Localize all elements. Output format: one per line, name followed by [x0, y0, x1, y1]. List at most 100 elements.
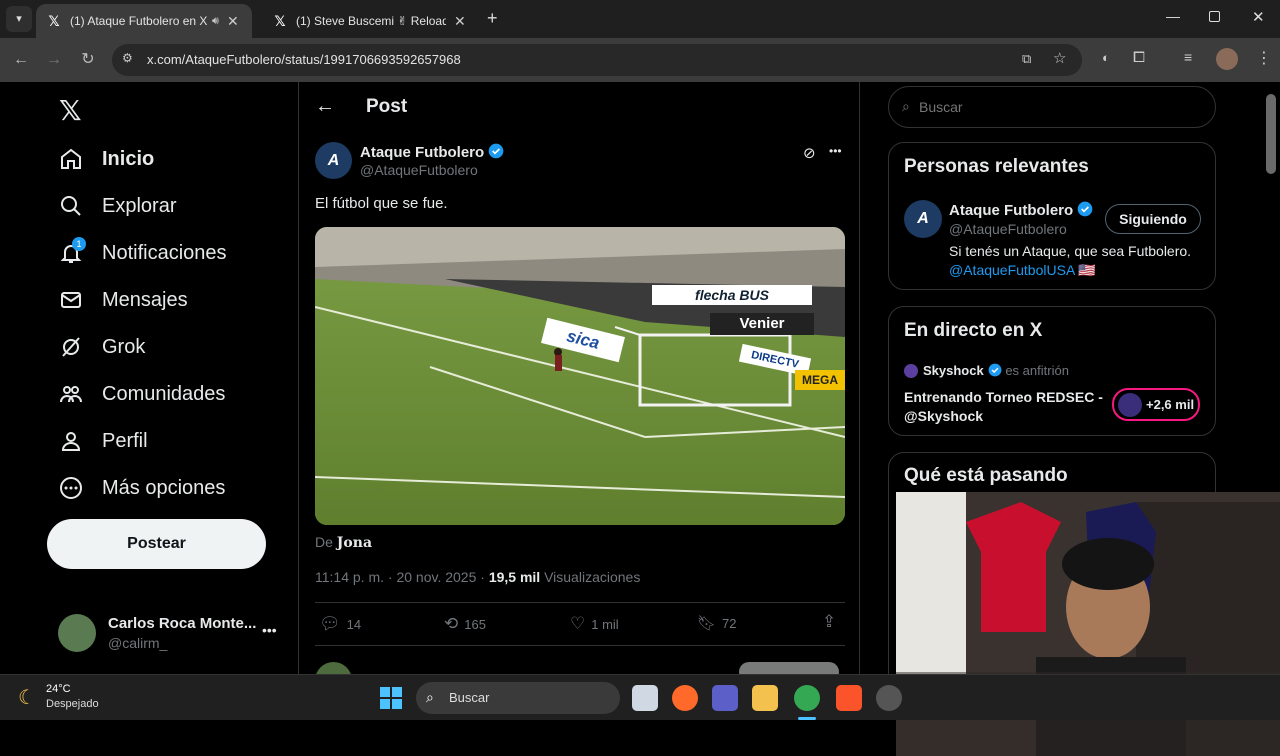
taskbar-search-label: Buscar: [449, 690, 490, 705]
x-logo-icon[interactable]: 𝕏: [59, 94, 82, 127]
tab-search-button[interactable]: ▾: [6, 6, 32, 32]
x-page: 𝕏 Inicio Explorar 1 Notificaciones Mensa…: [0, 82, 1280, 756]
bookmark-star-icon[interactable]: ☆: [1053, 49, 1066, 67]
sidebar-item-label: Grok: [102, 335, 146, 358]
account-handle: @calirm_: [108, 635, 168, 651]
firefox-icon[interactable]: [672, 685, 698, 711]
reload-icon[interactable]: ↻: [78, 50, 98, 70]
more-icon[interactable]: •••: [829, 144, 842, 158]
site-info-icon[interactable]: ⚙: [122, 51, 133, 65]
app-icon[interactable]: [876, 685, 902, 711]
relevant-bio: Si tenés un Ataque, que sea Futbolero.: [949, 243, 1192, 259]
forward-icon[interactable]: →: [44, 50, 64, 70]
more-circle-icon: [58, 475, 84, 501]
person-icon: [58, 428, 84, 454]
sidebar-item-label: Inicio: [102, 147, 155, 170]
media-credit-author[interactable]: Jona: [337, 535, 372, 551]
billboard-mega: MEGA: [795, 370, 845, 390]
media-control-icon[interactable]: ≡: [1184, 49, 1192, 65]
task-view-icon[interactable]: [632, 685, 658, 711]
windows-logo-icon: [380, 687, 402, 709]
divider: [315, 645, 845, 646]
views-count: 19,5 mil: [488, 569, 541, 585]
sidebar-item-comunidades[interactable]: Comunidades: [58, 374, 225, 414]
heart-icon: ♡: [570, 614, 586, 633]
sidebar-item-notificaciones[interactable]: 1 Notificaciones: [58, 233, 227, 273]
verified-badge-icon: [1077, 201, 1093, 217]
close-tab-icon[interactable]: ✕: [454, 13, 466, 30]
minimize-icon[interactable]: —: [1166, 8, 1180, 24]
author-avatar[interactable]: A: [904, 200, 942, 238]
author-handle[interactable]: @AtaqueFutbolero: [360, 162, 478, 178]
account-name: Carlos Roca Monte...: [108, 615, 257, 632]
grok-icon[interactable]: ⊘: [803, 144, 816, 162]
space-title[interactable]: Entrenando Torneo REDSEC - @Skyshock: [904, 388, 1104, 426]
weather-temp: 24°C: [46, 683, 71, 695]
mail-icon: [58, 287, 84, 313]
brave-icon[interactable]: [836, 685, 862, 711]
author-avatar[interactable]: A: [315, 142, 352, 179]
sidebar-item-explorar[interactable]: Explorar: [58, 186, 176, 226]
taskbar-search[interactable]: ⌕ Buscar: [416, 682, 620, 714]
extensions-puzzle-icon[interactable]: ⧠: [1133, 49, 1145, 66]
account-switcher[interactable]: Carlos Roca Monte... @calirm_ •••: [58, 612, 280, 656]
sidebar-item-label: Comunidades: [102, 382, 226, 405]
search-box[interactable]: ⌕: [888, 86, 1216, 128]
home-icon: [58, 146, 84, 172]
teams-icon[interactable]: [712, 685, 738, 711]
start-button[interactable]: [380, 687, 402, 709]
x-logo-icon: 𝕏: [274, 12, 286, 29]
like-button[interactable]: ♡ 1 mil: [570, 614, 619, 634]
tweet-video[interactable]: flecha BUS Venier sica DIRECTV MEGA: [315, 227, 845, 525]
browser-tab[interactable]: 𝕏 (1) Steve Buscemi ✌ Reloaded ✕: [262, 4, 478, 38]
reply-button[interactable]: 💬︎ 14: [319, 614, 361, 634]
relevant-name-row[interactable]: Ataque Futbolero: [949, 201, 1093, 219]
browser-tab-active[interactable]: 𝕏 (1) Ataque Futbolero en X: ' 🔊︎ ✕: [36, 4, 252, 38]
profile-avatar[interactable]: [1216, 48, 1238, 70]
bookmark-button[interactable]: 🔖︎ 72: [697, 614, 737, 632]
tweet-timestamp[interactable]: 11:14 p. m. · 20 nov. 2025 ·: [315, 569, 485, 585]
url-text: x.com/AtaqueFutbolero/status/19917066935…: [147, 52, 461, 67]
back-arrow-icon[interactable]: ←: [315, 95, 335, 118]
reply-icon: 💬︎: [319, 614, 341, 633]
back-icon[interactable]: ←: [11, 50, 31, 70]
sidebar-item-inicio[interactable]: Inicio: [58, 139, 154, 179]
bookmark-icon: 🔖︎: [697, 615, 717, 632]
install-app-icon[interactable]: ⧉: [1022, 51, 1031, 67]
listeners-pill[interactable]: +2,6 mil: [1112, 388, 1200, 421]
address-bar[interactable]: ⚙ x.com/AtaqueFutbolero/status/199170669…: [112, 44, 1082, 76]
post-button[interactable]: Postear: [47, 519, 266, 569]
chrome-icon[interactable]: [794, 685, 820, 711]
sidebar-item-mas-opciones[interactable]: Más opciones: [58, 468, 225, 508]
sidebar-item-perfil[interactable]: Perfil: [58, 421, 148, 461]
sidebar-item-grok[interactable]: Grok: [58, 327, 145, 367]
chrome-menu-icon[interactable]: ⋮: [1256, 48, 1272, 68]
media-credit: De Jona: [315, 534, 372, 551]
retweet-button[interactable]: ⟲ 165: [444, 614, 486, 634]
file-explorer-icon[interactable]: [752, 685, 778, 711]
moon-icon: ☾: [18, 687, 36, 709]
author-name-row[interactable]: Ataque Futbolero: [360, 143, 504, 161]
close-tab-icon[interactable]: ✕: [227, 13, 239, 30]
weather-widget[interactable]: ☾ 24°C Despejado: [18, 681, 128, 715]
maximize-icon[interactable]: [1209, 11, 1220, 22]
following-button[interactable]: Siguiendo: [1105, 204, 1201, 234]
close-window-icon[interactable]: ✕: [1252, 8, 1265, 26]
speaker-icon[interactable]: 🔊︎: [212, 15, 219, 28]
tab-title: (1) Steve Buscemi ✌ Reloaded: [296, 14, 446, 28]
sidebar-item-mensajes[interactable]: Mensajes: [58, 280, 188, 320]
page-scrollbar[interactable]: [1266, 94, 1276, 174]
ataque-logo-icon: A: [917, 210, 929, 227]
host-name: Skyshock: [923, 363, 984, 378]
search-input[interactable]: [919, 97, 1199, 117]
host-row[interactable]: Skyshock es anfitrión: [923, 363, 1069, 378]
tab-title: (1) Ataque Futbolero en X: ': [70, 14, 208, 28]
sidebar-item-label: Explorar: [102, 194, 177, 217]
verified-badge-icon: [988, 363, 1002, 377]
more-icon[interactable]: •••: [262, 622, 277, 638]
relevant-bio-link[interactable]: @AtaqueFutbolUSA 🇺🇸: [949, 262, 1096, 279]
media-credit-prefix: De: [315, 534, 333, 550]
extension-icon[interactable]: ◐: [1102, 50, 1110, 65]
share-icon[interactable]: ⇪: [822, 612, 836, 632]
new-tab-icon[interactable]: +: [487, 8, 498, 29]
